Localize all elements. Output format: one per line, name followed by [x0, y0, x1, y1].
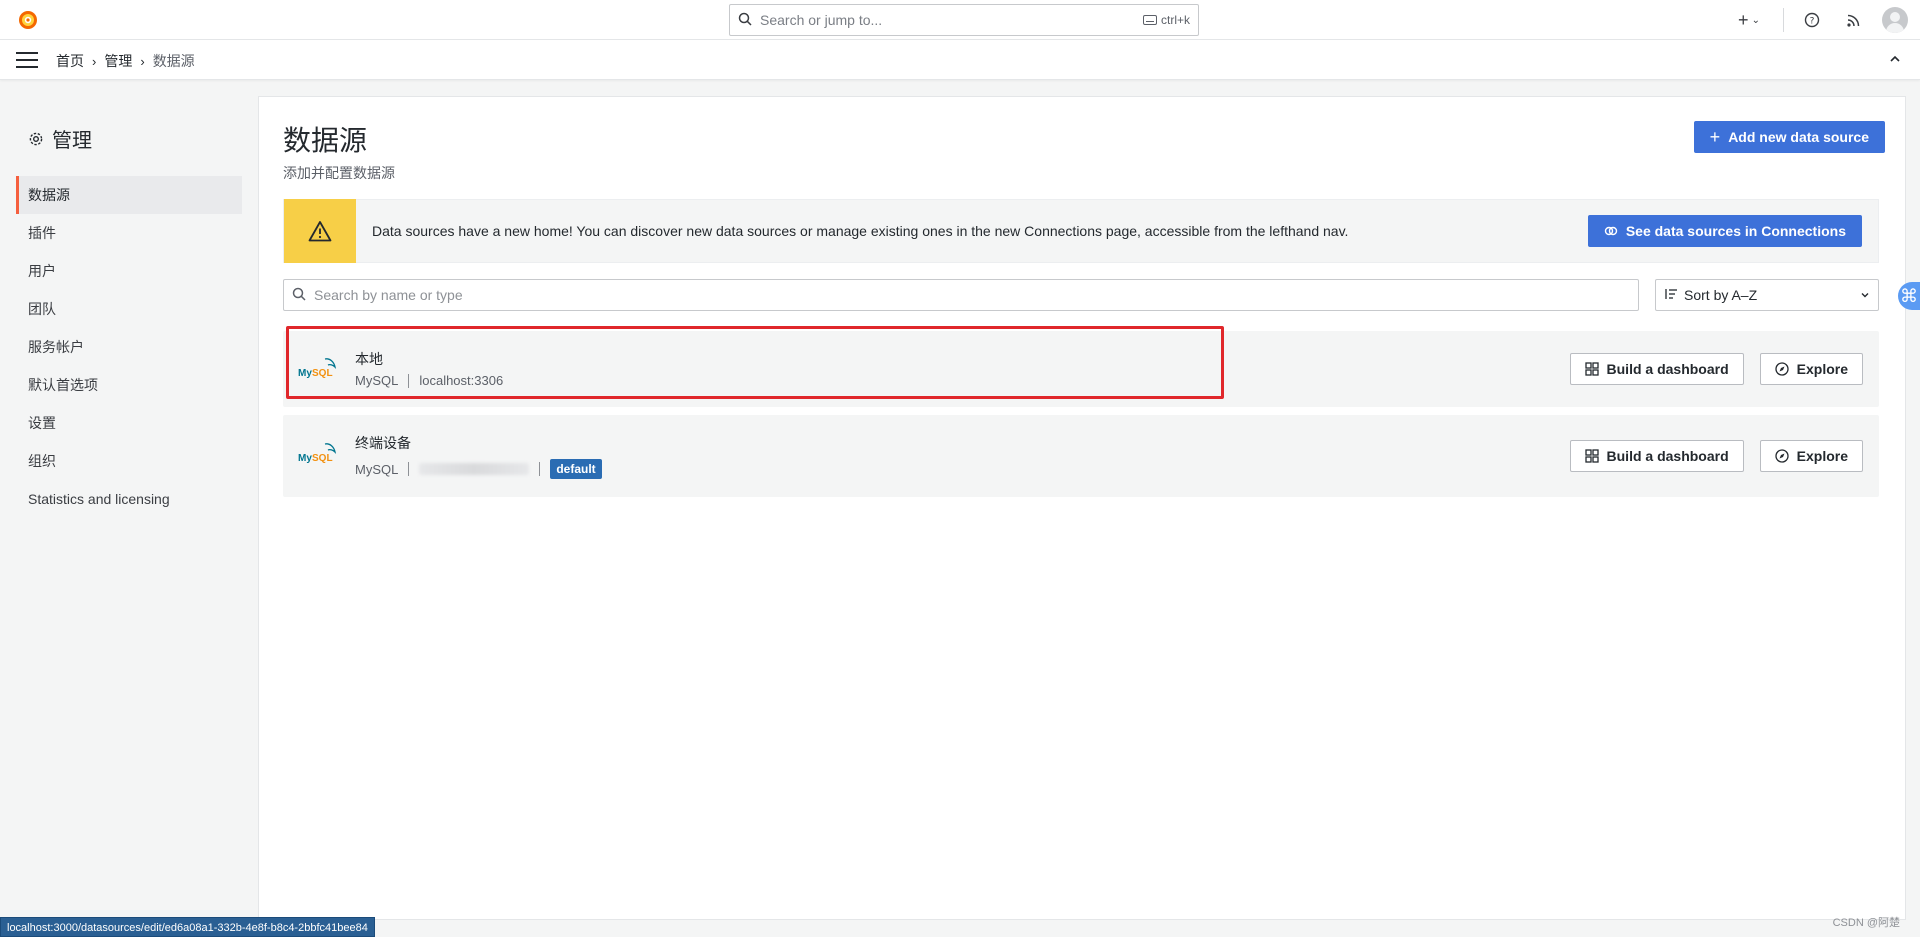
build-dashboard-label: Build a dashboard	[1606, 448, 1729, 464]
help-icon: ?	[1804, 12, 1820, 28]
svg-text:SQL: SQL	[312, 453, 333, 464]
page-title: 数据源	[283, 125, 368, 156]
sidebar-item-service-accounts[interactable]: 服务帐户	[16, 328, 242, 366]
build-dashboard-label: Build a dashboard	[1606, 361, 1729, 377]
breadcrumb-current: 数据源	[152, 53, 195, 69]
datasource-url: localhost:3306	[419, 373, 504, 388]
datasource-type: MySQL	[355, 373, 399, 388]
status-url-bar: localhost:3000/datasources/edit/ed6a08a1…	[0, 917, 375, 937]
explore-button[interactable]: Explore	[1759, 353, 1863, 385]
user-avatar[interactable]	[1882, 7, 1908, 33]
add-new-data-source-button[interactable]: + Add new data source	[1693, 121, 1885, 153]
breadcrumb-home[interactable]: 首页	[56, 51, 84, 71]
compass-icon	[1774, 449, 1789, 463]
sidebar-title: 管理	[28, 124, 92, 153]
search-icon	[738, 12, 752, 29]
svg-text:My: My	[298, 453, 312, 464]
meta-divider	[408, 373, 410, 388]
apps-icon	[1584, 362, 1599, 376]
breadcrumb-bar: 首页 › 管理 › 数据源	[0, 40, 1920, 80]
default-badge: default	[550, 459, 602, 479]
compass-icon	[1774, 362, 1789, 376]
chevron-down-icon: ⌄	[1751, 14, 1760, 26]
search-placeholder: Search or jump to...	[760, 12, 883, 28]
floating-command-icon[interactable]: ⌘	[1898, 282, 1920, 310]
gear-icon	[29, 132, 43, 145]
datasource-meta: MySQL localhost:3306	[355, 373, 503, 388]
sidebar-title-text: 管理	[52, 130, 92, 152]
admin-sidebar: 管理 数据源 插件 用户 团队 服务帐户 默认首选项 设置 组织 Statist…	[0, 80, 258, 920]
datasource-card[interactable]: My SQL 本地 MySQL localhost:3306 Build a d…	[283, 331, 1879, 407]
news-button[interactable]	[1840, 6, 1868, 34]
rss-icon	[1847, 14, 1860, 27]
plus-icon: +	[1738, 9, 1749, 30]
plus-icon: +	[1709, 126, 1721, 147]
explore-label: Explore	[1796, 448, 1848, 464]
svg-text:?: ?	[1810, 17, 1815, 27]
page-subtitle: 添加并配置数据源	[283, 165, 395, 181]
datasource-card[interactable]: My SQL 终端设备 MySQL default Build a dashbo…	[283, 415, 1879, 497]
sidebar-item-statistics[interactable]: Statistics and licensing	[16, 480, 242, 518]
datasource-url-redacted	[419, 463, 530, 475]
menu-toggle-icon[interactable]	[16, 52, 38, 68]
meta-divider	[408, 462, 410, 476]
sidebar-item-plugins[interactable]: 插件	[16, 214, 242, 252]
mysql-logo-icon: My SQL	[297, 356, 339, 382]
explore-label: Explore	[1796, 361, 1848, 377]
datasource-name[interactable]: 终端设备	[355, 433, 411, 453]
mysql-logo-icon: My SQL	[297, 441, 339, 467]
datasource-type: MySQL	[355, 461, 399, 477]
keyboard-icon	[1142, 15, 1157, 25]
link-icon	[1604, 226, 1618, 236]
shortcut-label: ctrl+k	[1160, 13, 1190, 27]
watermark: CSDN @阿楚	[1832, 917, 1900, 929]
chevron-right-icon: ›	[92, 53, 97, 69]
svg-text:SQL: SQL	[312, 368, 333, 379]
sort-icon	[1664, 287, 1678, 303]
sidebar-item-settings[interactable]: 设置	[16, 404, 242, 442]
sidebar-item-users[interactable]: 用户	[16, 252, 242, 290]
see-connections-button[interactable]: See data sources in Connections	[1587, 215, 1862, 247]
chevron-down-icon	[1860, 287, 1870, 303]
see-connections-label: See data sources in Connections	[1625, 223, 1846, 239]
svg-text:My: My	[298, 368, 312, 379]
top-navbar: Search or jump to... ctrl+k + ⌄ ?	[0, 0, 1920, 40]
search-icon	[292, 287, 306, 304]
datasource-name[interactable]: 本地	[355, 349, 383, 369]
build-dashboard-button[interactable]: Build a dashboard	[1569, 440, 1744, 472]
help-button[interactable]: ?	[1798, 6, 1826, 34]
breadcrumb-admin[interactable]: 管理	[104, 51, 132, 71]
add-button-label: Add new data source	[1728, 129, 1869, 145]
grafana-logo-icon[interactable]	[16, 8, 40, 32]
explore-button[interactable]: Explore	[1759, 440, 1863, 472]
datasource-meta: MySQL default	[355, 459, 602, 479]
sidebar-item-orgs[interactable]: 组织	[16, 442, 242, 480]
build-dashboard-button[interactable]: Build a dashboard	[1569, 353, 1744, 385]
warning-icon	[284, 199, 356, 263]
sidebar-item-teams[interactable]: 团队	[16, 290, 242, 328]
sort-select[interactable]: Sort by A–Z	[1655, 279, 1879, 311]
sidebar-item-default-preferences[interactable]: 默认首选项	[16, 366, 242, 404]
datasource-search-input[interactable]: Search by name or type	[283, 279, 1639, 311]
keyboard-shortcut-hint: ctrl+k	[1142, 13, 1190, 27]
chevron-right-icon: ›	[140, 53, 145, 69]
global-search-input[interactable]: Search or jump to... ctrl+k	[729, 4, 1199, 36]
alert-message: Data sources have a new home! You can di…	[372, 223, 1349, 239]
divider	[1783, 8, 1784, 32]
breadcrumb: 首页 › 管理 › 数据源	[56, 51, 195, 71]
sidebar-item-datasources[interactable]: 数据源	[16, 176, 242, 214]
datasource-search-placeholder: Search by name or type	[314, 287, 463, 303]
sort-label: Sort by A–Z	[1684, 287, 1758, 303]
sidebar-nav: 数据源 插件 用户 团队 服务帐户 默认首选项 设置 组织 Statistics…	[16, 176, 242, 518]
connections-alert: Data sources have a new home! You can di…	[283, 199, 1879, 263]
collapse-chevron-up-icon[interactable]	[1888, 52, 1902, 69]
add-new-menu-button[interactable]: + ⌄	[1729, 6, 1769, 34]
main-content: 数据源 添加并配置数据源 + Add new data source Data …	[258, 96, 1906, 920]
meta-divider	[539, 462, 541, 476]
apps-icon	[1584, 449, 1599, 463]
